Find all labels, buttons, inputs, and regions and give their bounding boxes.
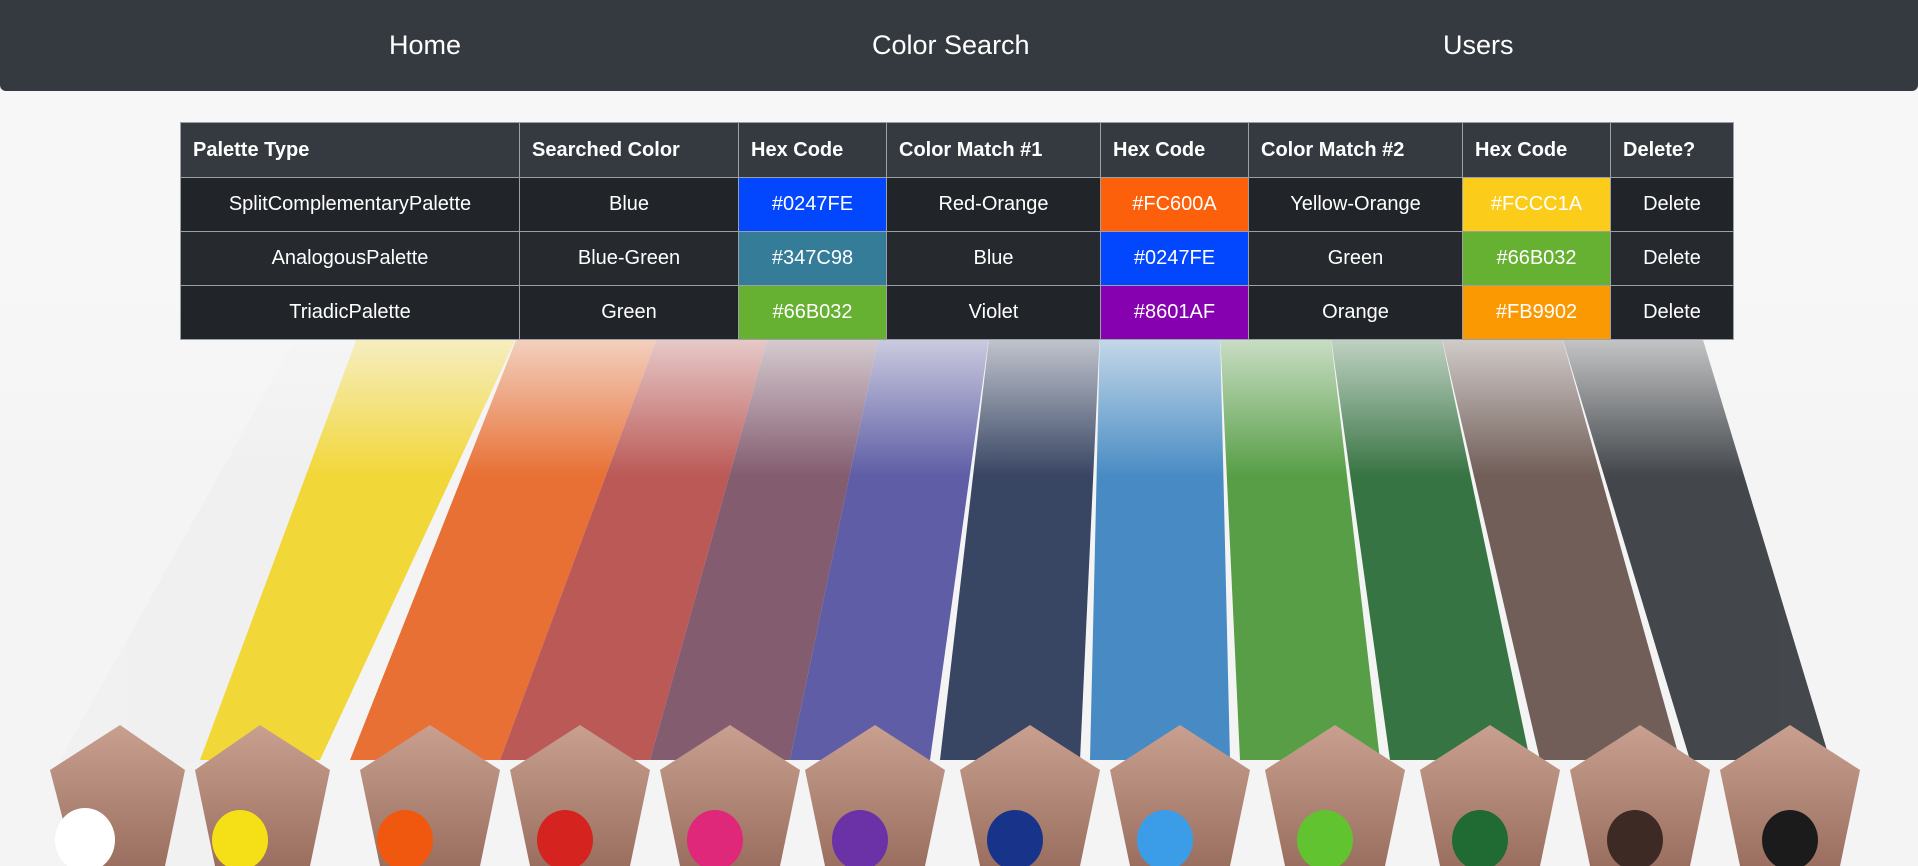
searched-hex-swatch: #0247FE — [738, 177, 887, 232]
table-header-row: Palette Type Searched Color Hex Code Col… — [180, 122, 1734, 178]
table-row: AnalogousPalette Blue-Green #347C98 Blue… — [180, 231, 1734, 286]
match-1-cell: Blue — [886, 231, 1101, 286]
header-palette-type: Palette Type — [180, 122, 520, 178]
searched-color-cell: Blue-Green — [519, 231, 739, 286]
delete-button[interactable]: Delete — [1610, 285, 1734, 340]
searched-color-cell: Blue — [519, 177, 739, 232]
match-1-hex-swatch: #0247FE — [1100, 231, 1249, 286]
header-match-1-hex: Hex Code — [1100, 122, 1249, 178]
searched-color-cell: Green — [519, 285, 739, 340]
match-1-hex-swatch: #FC600A — [1100, 177, 1249, 232]
delete-button[interactable]: Delete — [1610, 231, 1734, 286]
header-searched-color: Searched Color — [519, 122, 739, 178]
top-navbar: Home Color Search Users — [0, 0, 1918, 91]
palette-type-cell: AnalogousPalette — [180, 231, 520, 286]
match-1-cell: Violet — [886, 285, 1101, 340]
nav-users-link[interactable]: Users — [1443, 28, 1514, 62]
match-2-cell: Green — [1248, 231, 1463, 286]
table-row: SplitComplementaryPalette Blue #0247FE R… — [180, 177, 1734, 232]
match-2-hex-swatch: #FCCC1A — [1462, 177, 1611, 232]
header-color-match-2: Color Match #2 — [1248, 122, 1463, 178]
palette-type-cell: TriadicPalette — [180, 285, 520, 340]
palette-type-cell: SplitComplementaryPalette — [180, 177, 520, 232]
match-1-cell: Red-Orange — [886, 177, 1101, 232]
match-2-cell: Yellow-Orange — [1248, 177, 1463, 232]
delete-button[interactable]: Delete — [1610, 177, 1734, 232]
match-2-hex-swatch: #66B032 — [1462, 231, 1611, 286]
nav-color-search-link[interactable]: Color Search — [872, 28, 1030, 62]
match-2-hex-swatch: #FB9902 — [1462, 285, 1611, 340]
searched-hex-swatch: #347C98 — [738, 231, 887, 286]
match-1-hex-swatch: #8601AF — [1100, 285, 1249, 340]
saved-palettes-table: Palette Type Searched Color Hex Code Col… — [180, 122, 1734, 340]
table-row: TriadicPalette Green #66B032 Violet #860… — [180, 285, 1734, 340]
searched-hex-swatch: #66B032 — [738, 285, 887, 340]
nav-home-link[interactable]: Home — [389, 28, 461, 62]
header-match-2-hex: Hex Code — [1462, 122, 1611, 178]
header-delete: Delete? — [1610, 122, 1734, 178]
header-color-match-1: Color Match #1 — [886, 122, 1101, 178]
match-2-cell: Orange — [1248, 285, 1463, 340]
header-searched-hex: Hex Code — [738, 122, 887, 178]
